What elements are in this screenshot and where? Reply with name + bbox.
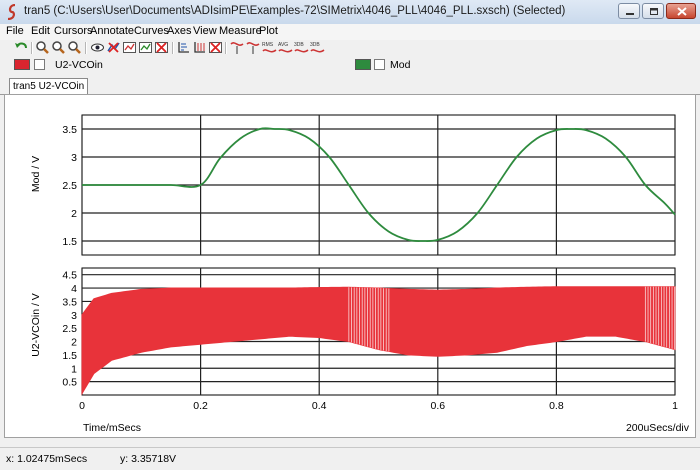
mod-chart: 1.5 2 2.5 3 3.5 — [62, 114, 676, 256]
status-bar: x: 1.02475mSecs y: 3.35718V — [0, 447, 700, 470]
close-icon — [677, 7, 687, 16]
simetrix-app-icon — [7, 4, 16, 20]
menu-view[interactable]: View — [193, 25, 217, 37]
menu-annotate[interactable]: Annotate — [90, 25, 134, 37]
maximize-button[interactable] — [642, 3, 664, 19]
mod-y-axis-label: Mod / V — [30, 156, 42, 192]
vcoin-y-axis-label: U2-VCOin / V — [30, 293, 42, 357]
remove-axis-icon[interactable] — [208, 40, 223, 55]
tab-tran5-vcoin[interactable]: tran5 U2-VCOin — [9, 78, 89, 94]
legend-label-mod: Mod — [390, 59, 411, 71]
x-scale-label: 200uSecs/div — [626, 422, 690, 434]
y-tick-label: 3.5 — [62, 296, 77, 308]
title-bar: tran5 (C:\Users\User\Documents\ADIsimPE\… — [0, 0, 700, 25]
menu-edit[interactable]: Edit — [31, 25, 50, 37]
legend-label-vcoin: U2-VCOin — [55, 59, 103, 71]
graph-tab-strip: tran5 U2-VCOin — [0, 76, 700, 95]
y-tick-label: 3 — [71, 152, 77, 164]
grid-icon[interactable] — [192, 40, 207, 55]
svg-text:3DB: 3DB — [310, 42, 320, 48]
zoom-in-icon[interactable] — [35, 40, 50, 55]
y-tick-label: 1 — [71, 363, 77, 375]
x-tick-label: 0.8 — [549, 400, 564, 412]
y-tick-label: 3.5 — [62, 124, 77, 136]
eye-icon[interactable] — [90, 40, 105, 55]
x-tick-label: 1 — [672, 400, 678, 412]
avg-measure-icon[interactable]: AVG — [278, 40, 293, 55]
legend-swatch-mod[interactable] — [355, 59, 371, 70]
curve-legend-bar: U2-VCOin Mod — [0, 56, 700, 73]
new-grid-icon[interactable] — [138, 40, 153, 55]
menu-plot[interactable]: Plot — [259, 25, 278, 37]
y-tick-label: 1.5 — [62, 236, 77, 248]
delete-graph-icon[interactable] — [154, 40, 169, 55]
minimize-button[interactable] — [618, 3, 640, 19]
menu-curves[interactable]: Curves — [134, 25, 169, 37]
svg-text:3DB: 3DB — [294, 42, 304, 48]
legend-checkbox-mod[interactable] — [374, 59, 385, 70]
cursor-icon[interactable] — [230, 40, 245, 55]
menu-bar: File Edit Cursors Annotate Curves Axes V… — [0, 24, 700, 40]
y-tick-label: 1.5 — [62, 350, 77, 362]
x-tick-label: 0 — [79, 400, 85, 412]
status-x-readout: x: 1.02475mSecs — [6, 453, 88, 465]
status-y-readout: y: 3.35718V — [120, 453, 177, 465]
x-tick-label: 0.2 — [193, 400, 208, 412]
svg-text:AVG: AVG — [278, 42, 288, 48]
menu-measure[interactable]: Measure — [219, 25, 262, 37]
svg-text:RMS: RMS — [262, 42, 274, 48]
legend-checkbox-vcoin[interactable] — [34, 59, 45, 70]
3db-measure-icon[interactable]: 3DB — [294, 40, 309, 55]
new-graph-icon[interactable] — [122, 40, 137, 55]
cursor-step-icon[interactable] — [246, 40, 261, 55]
y-tick-label: 2.5 — [62, 180, 77, 192]
legend-swatch-vcoin[interactable] — [14, 59, 30, 70]
plot-area[interactable]: 1.5 2 2.5 3 3.5 0.5 1 1.5 2 2.5 3 3.5 4 4.5 0 0.2 0.4 0.… — [4, 94, 696, 438]
graph-canvas[interactable]: 1.522.533.5 0.511.522.533.544.50 0.2 0.4 0.… — [5, 95, 695, 437]
y-tick-label: 2 — [71, 208, 77, 220]
y-tick-label: 0.5 — [62, 377, 77, 389]
zoom-out-icon[interactable] — [51, 40, 66, 55]
y-tick-label: 2 — [71, 337, 77, 349]
rms-measure-icon[interactable]: RMS — [262, 40, 277, 55]
3db-low-measure-icon[interactable]: 3DB — [310, 40, 325, 55]
delete-curve-icon[interactable] — [106, 40, 121, 55]
menu-axes[interactable]: Axes — [167, 25, 191, 37]
menu-cursors[interactable]: Cursors — [54, 25, 93, 37]
x-axis-label: Time/mSecs — [83, 422, 141, 434]
close-button[interactable] — [666, 3, 696, 19]
axis-icon[interactable] — [176, 40, 191, 55]
x-tick-label: 0.6 — [430, 400, 445, 412]
y-tick-label: 2.5 — [62, 323, 77, 335]
y-tick-label: 4.5 — [62, 270, 77, 282]
zoom-full-icon[interactable] — [67, 40, 82, 55]
minimize-icon — [626, 13, 634, 15]
vcoin-chart: 0.511.522.533.544.50 0.2 0.4 0.6 0.8 1 — [62, 267, 678, 412]
window-title: tran5 (C:\Users\User\Documents\ADIsimPE\… — [24, 5, 566, 17]
maximize-icon — [650, 8, 658, 15]
y-tick-label: 4 — [71, 283, 77, 295]
x-tick-label: 0.4 — [312, 400, 327, 412]
toolbar: RMS AVG 3DB 3DB — [0, 40, 700, 56]
menu-file[interactable]: File — [6, 25, 24, 37]
y-tick-label: 3 — [71, 310, 77, 322]
undo-icon[interactable] — [14, 40, 29, 55]
